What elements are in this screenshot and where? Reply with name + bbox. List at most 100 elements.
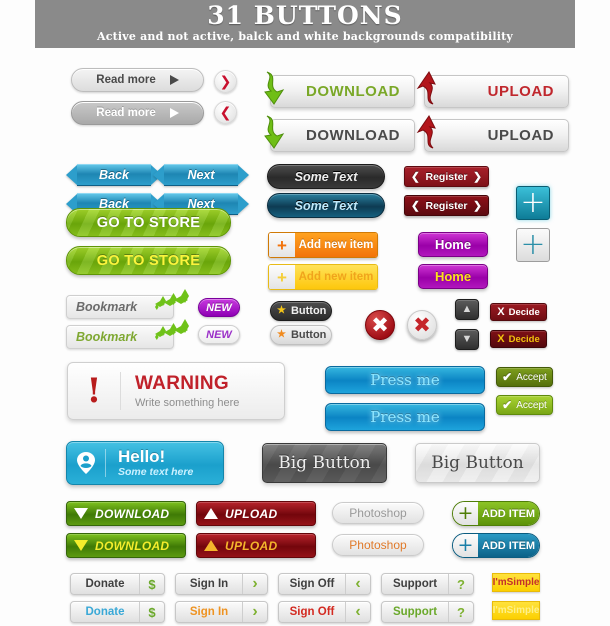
support-button-dark[interactable]: Support ? — [381, 573, 474, 595]
warning-panel[interactable]: ! WARNING Write something here — [67, 362, 285, 420]
upload-ribbon-button-active[interactable]: UPLOAD — [416, 71, 569, 108]
sign-in-button-orange[interactable]: Sign In › — [175, 601, 268, 623]
download-label: DOWNLOAD — [95, 506, 170, 521]
next-label-wrap: Next — [164, 164, 238, 186]
hello-subtitle: Some text here — [118, 465, 194, 478]
circle-next-button[interactable]: ❯ — [214, 70, 237, 93]
simple-label: I'mSimple — [492, 605, 540, 616]
read-more-button-dark[interactable]: Read more — [71, 101, 204, 125]
home-label: Home — [434, 269, 472, 284]
home-button-yellow-text[interactable]: Home — [418, 264, 488, 289]
scroll-up-button[interactable]: ▲ — [455, 299, 479, 320]
bookmark-label: Bookmark — [76, 300, 138, 314]
add-new-item-label: Add new item — [295, 265, 377, 289]
hello-button[interactable]: Hello! Some text here — [66, 441, 224, 485]
chevron-right-icon: ❯ — [219, 73, 232, 90]
green-ribbon-arrow-icon — [264, 71, 285, 105]
sign-in-button-dark[interactable]: Sign In › — [175, 573, 268, 595]
accept-button-light[interactable]: ✔ Accept — [496, 395, 553, 415]
some-text-button-dark[interactable]: Some Text — [267, 164, 385, 189]
decide-button-white-text[interactable]: X Decide — [490, 303, 547, 321]
plus-icon: + — [520, 185, 546, 220]
chevron-right-icon: › — [252, 603, 258, 620]
next-button-1[interactable]: Next — [153, 164, 249, 186]
download-ribbon-button-inactive[interactable]: DOWNLOAD — [264, 115, 415, 152]
close-button-red[interactable]: ✖ — [365, 310, 395, 340]
add-new-item-button-orange[interactable]: + Add new item — [268, 232, 378, 258]
check-icon: ✔ — [502, 370, 513, 384]
download-flat-button-yellow[interactable]: DOWNLOAD — [66, 533, 186, 558]
upload-flat-button-yellow[interactable]: UPLOAD — [196, 533, 316, 558]
big-button-dark[interactable]: Big Button — [262, 443, 387, 483]
register-button-dark[interactable]: ❮ Register ❯ — [404, 195, 489, 216]
go-to-store-label: GO TO STORE — [96, 214, 201, 231]
decide-label: Decide — [508, 333, 540, 345]
download-label: DOWNLOAD — [306, 127, 400, 144]
home-button-white-text[interactable]: Home — [418, 232, 488, 257]
upload-flat-button-white[interactable]: UPLOAD — [196, 501, 316, 526]
download-flat-button-white[interactable]: DOWNLOAD — [66, 501, 186, 526]
upload-ribbon-button-inactive[interactable]: UPLOAD — [416, 115, 569, 152]
check-icon: ✔ — [502, 398, 513, 412]
header-banner: 31 BUTTONS Active and not active, balck … — [35, 0, 575, 48]
star-button-light[interactable]: ★ Button — [270, 325, 332, 345]
donate-button-dark[interactable]: Donate $ — [70, 573, 165, 595]
next-label: Next — [187, 168, 215, 182]
plus-square-button-teal[interactable]: + — [516, 186, 550, 220]
circle-prev-button[interactable]: ❮ — [214, 101, 237, 124]
chevron-left-icon: ‹ — [355, 575, 361, 592]
plus-icon: + — [520, 227, 546, 262]
accept-label: Accept — [516, 371, 547, 383]
accept-button-dark[interactable]: ✔ Accept — [496, 367, 553, 387]
press-me-label: Press me — [370, 408, 440, 426]
decide-button-yellow-text[interactable]: X Decide — [490, 330, 547, 348]
download-label: DOWNLOAD — [95, 538, 170, 553]
add-new-item-button-yellow[interactable]: + Add new item — [268, 264, 378, 290]
add-item-label: ADD ITEM — [478, 502, 539, 525]
simple-button-light-text[interactable]: I'mSimple — [492, 601, 540, 620]
go-to-store-button-white-text[interactable]: GO TO STORE — [66, 208, 231, 237]
photoshop-button-grey[interactable]: Photoshop — [332, 502, 424, 524]
download-ribbon-button-active[interactable]: DOWNLOAD — [264, 71, 415, 108]
chevron-right-icon: ❯ — [473, 199, 482, 212]
back-label: Back — [99, 168, 129, 182]
accept-label: Accept — [516, 399, 547, 411]
back-button-1[interactable]: Back — [66, 164, 162, 186]
add-item-label: ADD ITEM — [478, 534, 539, 557]
decide-label: Decide — [508, 306, 540, 318]
press-me-button-2[interactable]: Press me — [325, 403, 485, 431]
chevron-right-icon: ❯ — [473, 170, 482, 183]
star-button-dark[interactable]: ★ Button — [270, 301, 332, 321]
sparkles-icon — [155, 289, 189, 310]
new-badge-filled[interactable]: NEW — [198, 298, 240, 317]
sign-off-button-dark[interactable]: Sign Off ‹ — [278, 573, 371, 595]
donate-button-blue[interactable]: Donate $ — [70, 601, 165, 623]
sign-off-button-red[interactable]: Sign Off ‹ — [278, 601, 371, 623]
new-badge-outline[interactable]: NEW — [198, 325, 240, 344]
some-text-label: Some Text — [294, 198, 358, 213]
photoshop-button-orange[interactable]: Photoshop — [332, 534, 424, 556]
triangle-down-icon — [74, 508, 88, 519]
add-item-button-blue[interactable]: + ADD ITEM — [452, 533, 540, 558]
big-button-label: Big Button — [431, 453, 524, 473]
support-button-green[interactable]: Support ? — [381, 601, 474, 623]
simple-button-red-text[interactable]: I'mSimple — [492, 573, 540, 592]
register-button-light[interactable]: ❮ Register ❯ — [404, 166, 489, 187]
sign-off-label: Sign Off — [289, 578, 335, 590]
scroll-down-button[interactable]: ▼ — [455, 329, 479, 350]
question-icon: ? — [457, 576, 465, 592]
star-button-label: Button — [290, 329, 327, 341]
button-kit-canvas: 31 BUTTONS Active and not active, balck … — [0, 0, 610, 626]
read-more-button-light[interactable]: Read more — [71, 68, 204, 92]
close-button-white[interactable]: ✖ — [407, 310, 437, 340]
go-to-store-button-yellow-text[interactable]: GO TO STORE — [66, 246, 231, 275]
big-button-light[interactable]: Big Button — [415, 443, 540, 483]
read-more-label: Read more — [96, 107, 156, 119]
close-icon: ✖ — [413, 312, 431, 337]
press-me-button-1[interactable]: Press me — [325, 366, 485, 394]
add-item-button-green[interactable]: + ADD ITEM — [452, 501, 540, 526]
some-text-button-teal[interactable]: Some Text — [267, 193, 385, 218]
plus-square-button-grey[interactable]: + — [516, 228, 550, 262]
warning-title: WARNING — [135, 373, 229, 394]
triangle-up-icon — [204, 508, 218, 519]
